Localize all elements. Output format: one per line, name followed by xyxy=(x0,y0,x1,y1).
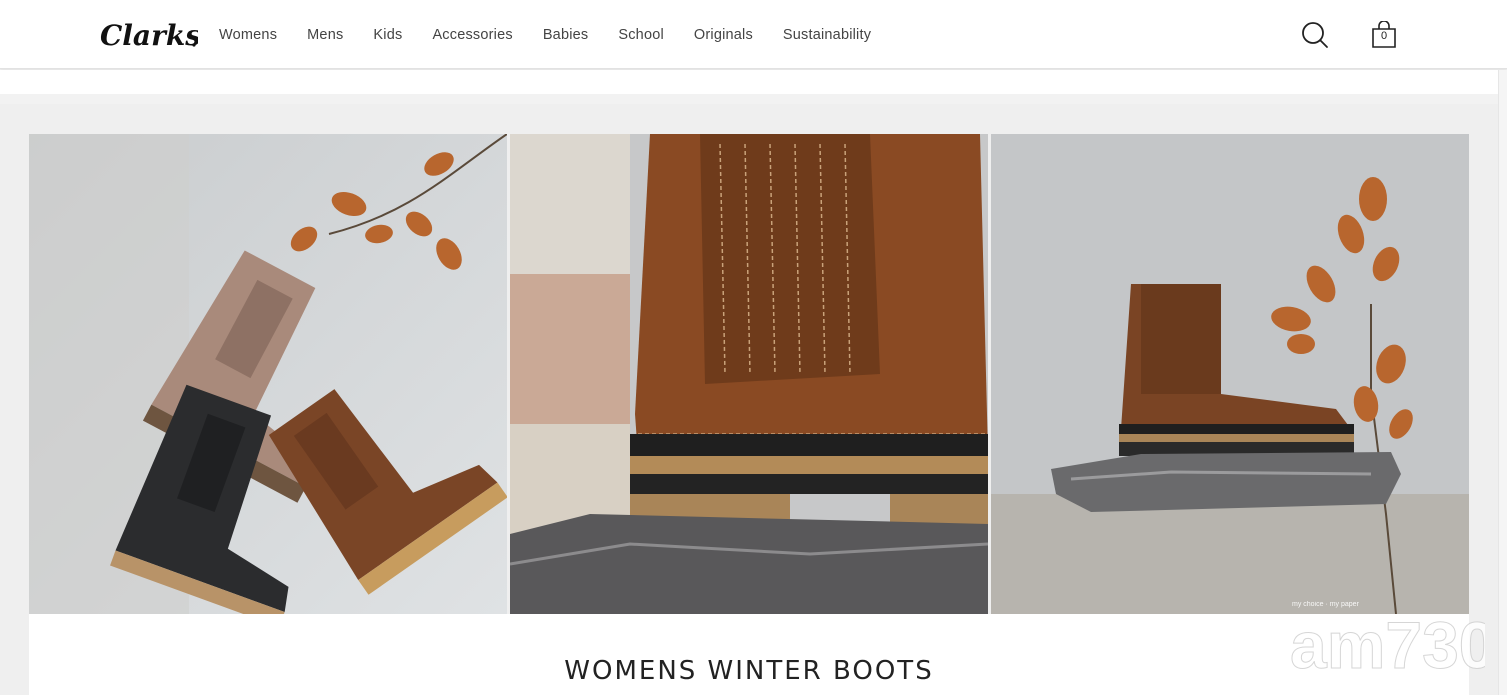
nav-item-kids[interactable]: Kids xyxy=(373,27,402,43)
nav-item-sustainability[interactable]: Sustainability xyxy=(783,27,871,43)
shopping-bag-button[interactable]: 0 xyxy=(1371,20,1397,49)
header-spacer xyxy=(0,70,1498,94)
svg-text:Clarks: Clarks xyxy=(100,19,198,52)
nav-item-originals[interactable]: Originals xyxy=(694,27,753,43)
watermark-tagline: my choice · my paper xyxy=(1292,601,1360,608)
page-scrollbar[interactable] xyxy=(1498,70,1507,695)
search-icon xyxy=(1302,22,1328,48)
nav-item-mens[interactable]: Mens xyxy=(307,27,343,43)
hero-image-boot-on-stone[interactable] xyxy=(991,134,1469,614)
nav-item-school[interactable]: School xyxy=(618,27,664,43)
collection-title: WOMENS WINTER BOOTS xyxy=(564,656,934,686)
clarks-logo-mark: Clarks xyxy=(100,19,201,52)
bag-count-badge: 0 xyxy=(1380,30,1388,42)
hero-image-boot-closeup[interactable] xyxy=(510,134,988,614)
nav-item-babies[interactable]: Babies xyxy=(543,27,589,43)
clarks-logo[interactable]: Clarks xyxy=(100,16,201,52)
site-header: Clarks Womens Mens Kids Accessories Babi… xyxy=(0,0,1507,69)
nav-item-accessories[interactable]: Accessories xyxy=(432,27,512,43)
nav-item-womens[interactable]: Womens xyxy=(219,27,277,43)
watermark-logo: am730 xyxy=(1290,608,1485,675)
main-nav: Womens Mens Kids Accessories Babies Scho… xyxy=(219,0,871,69)
search-button[interactable] xyxy=(1301,21,1329,49)
main-content: WOMENS WINTER BOOTS xyxy=(0,104,1498,695)
collection-title-card: WOMENS WINTER BOOTS xyxy=(29,614,1469,695)
am730-watermark: my choice · my paper am730 xyxy=(1290,600,1497,683)
hero-banner[interactable] xyxy=(29,134,1469,614)
hero-image-flat-lay[interactable] xyxy=(29,134,507,614)
